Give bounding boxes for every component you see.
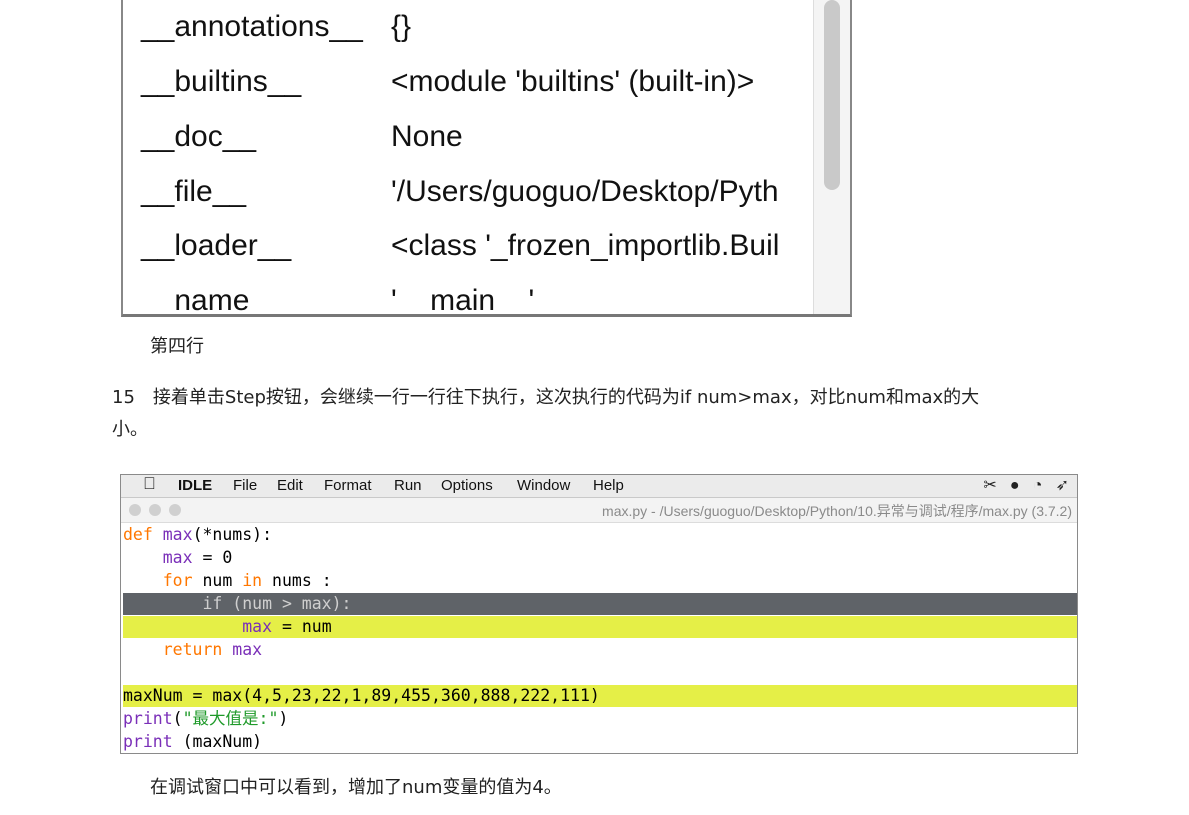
variable-row: __doc__ None bbox=[141, 120, 821, 170]
variable-row: __loader__ <class '_frozen_importlib.Bui… bbox=[141, 229, 821, 279]
caption-top: 第四行 bbox=[150, 336, 204, 357]
code-token: return bbox=[162, 640, 223, 659]
code-line: print("最大值是:") bbox=[123, 708, 1077, 730]
scissors-icon[interactable]: ✂ bbox=[983, 475, 996, 497]
menu-item-idle[interactable]: IDLE bbox=[178, 477, 212, 494]
menu-item-edit[interactable]: Edit bbox=[277, 477, 303, 494]
code-token: ( bbox=[172, 709, 183, 728]
variable-row: __file__ '/Users/guoguo/Desktop/Pyth bbox=[141, 175, 821, 225]
variables-panel: __annotations__ {} __builtins__ <module … bbox=[121, 0, 852, 317]
variable-name: __doc__ bbox=[141, 120, 257, 153]
code-line: print (maxNum) bbox=[123, 731, 1077, 753]
menu-item-format[interactable]: Format bbox=[324, 477, 372, 494]
menu-item-window[interactable]: Window bbox=[517, 477, 570, 494]
variable-name: __name__ bbox=[141, 284, 283, 317]
variable-name: __file__ bbox=[141, 175, 247, 208]
code-token: print bbox=[123, 732, 173, 751]
code-line: def max(*nums): bbox=[123, 524, 1077, 546]
step-paragraph-line2: 小。 bbox=[112, 419, 148, 440]
scrollbar-thumb[interactable] bbox=[824, 0, 840, 190]
variable-value: <class '_frozen_importlib.Buil bbox=[391, 229, 780, 262]
menu-item-options[interactable]: Options bbox=[441, 477, 493, 494]
breakpoint-line: max = num bbox=[123, 616, 1077, 638]
code-token: max bbox=[162, 525, 193, 544]
variable-value: None bbox=[391, 120, 463, 153]
code-token: nums : bbox=[262, 571, 332, 590]
code-token: if (num > max): bbox=[123, 594, 352, 613]
code-token: for bbox=[162, 571, 193, 590]
code-token: maxNum = max(4,5,23,22,1,89,455,360,888,… bbox=[123, 686, 600, 705]
code-token: (maxNum) bbox=[172, 732, 263, 751]
code-line: return max bbox=[123, 639, 1077, 661]
breakpoint-line: maxNum = max(4,5,23,22,1,89,455,360,888,… bbox=[123, 685, 1077, 707]
status-tray: ✂ ● ◔ ➶ bbox=[974, 475, 1069, 497]
code-token: max bbox=[242, 617, 273, 636]
code-token: = num bbox=[272, 617, 332, 636]
variable-name: __annotations__ bbox=[141, 10, 363, 43]
wechat-icon[interactable]: ● bbox=[1010, 475, 1020, 497]
vertical-scrollbar[interactable] bbox=[813, 0, 850, 314]
code-token: print bbox=[123, 709, 173, 728]
code-line: max = 0 bbox=[123, 547, 1077, 569]
menu-item-run[interactable]: Run bbox=[394, 477, 422, 494]
menu-item-file[interactable]: File bbox=[233, 477, 257, 494]
code-token: in bbox=[242, 571, 263, 590]
variable-name: __loader__ bbox=[141, 229, 292, 262]
variable-value: {} bbox=[391, 10, 412, 43]
menu-item-help[interactable]: Help bbox=[593, 477, 624, 494]
minimize-button[interactable] bbox=[149, 504, 161, 516]
code-token: num bbox=[192, 571, 243, 590]
current-line-highlight: if (num > max): bbox=[123, 593, 1077, 615]
qq-icon[interactable]: ◔ bbox=[1033, 475, 1043, 497]
code-token: (*nums): bbox=[192, 525, 273, 544]
variable-value: '__main__' bbox=[391, 284, 535, 317]
variable-row: __name__ '__main__' bbox=[141, 284, 821, 317]
code-token: ) bbox=[278, 709, 289, 728]
variable-row: __annotations__ {} bbox=[141, 10, 821, 60]
step-paragraph-line1: 15 接着单击Step按钮，会继续一行一行往下执行，这次执行的代码为if num… bbox=[112, 387, 980, 408]
window-title-bar: max.py - /Users/guoguo/Desktop/Python/10… bbox=[121, 498, 1077, 523]
bird-icon[interactable]: ➶ bbox=[1056, 475, 1069, 497]
idle-window:  IDLE File Edit Format Run Options Wind… bbox=[120, 474, 1078, 754]
close-button[interactable] bbox=[129, 504, 141, 516]
variable-value: <module 'builtins' (built-in)> bbox=[391, 65, 755, 98]
code-token: = 0 bbox=[192, 548, 233, 567]
window-title: max.py - /Users/guoguo/Desktop/Python/10… bbox=[602, 503, 1072, 519]
apple-icon[interactable]:  bbox=[143, 475, 156, 494]
variable-name: __builtins__ bbox=[141, 65, 302, 98]
code-token: "最大值是:" bbox=[182, 709, 279, 728]
code-token: max bbox=[232, 640, 263, 659]
code-line: for num in nums : bbox=[123, 570, 1077, 592]
code-token: def bbox=[123, 525, 153, 544]
variable-value: '/Users/guoguo/Desktop/Pyth bbox=[391, 175, 779, 208]
caption-bottom: 在调试窗口中可以看到，增加了num变量的值为4。 bbox=[150, 777, 562, 798]
menu-bar:  IDLE File Edit Format Run Options Wind… bbox=[121, 475, 1077, 498]
zoom-button[interactable] bbox=[169, 504, 181, 516]
variable-row: __builtins__ <module 'builtins' (built-i… bbox=[141, 65, 821, 115]
code-token: max bbox=[162, 548, 193, 567]
